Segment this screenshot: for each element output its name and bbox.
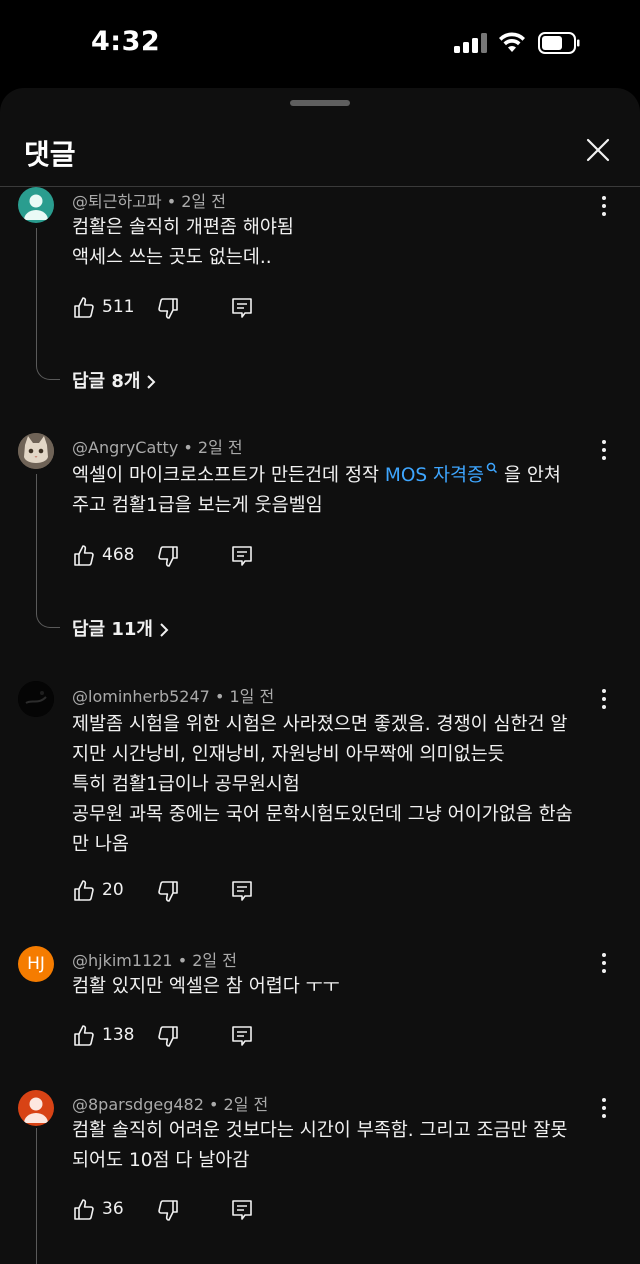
close-icon[interactable] xyxy=(580,132,616,168)
dislike-icon[interactable] xyxy=(156,544,180,568)
like-count: 138 xyxy=(102,1025,135,1045)
like-icon[interactable] xyxy=(72,1198,96,1222)
view-replies-button[interactable]: 답글 11개 xyxy=(72,615,169,641)
comments-sheet: 댓글 @퇴근하고파 • 2일 전 컴활은 솔직히 개편좀 해야됨 액세스 쓰는 … xyxy=(0,88,640,1264)
cellular-signal-icon xyxy=(454,33,488,53)
comment-meta: @hjkim1121 • 2일 전 xyxy=(72,951,237,970)
avatar[interactable] xyxy=(18,187,54,223)
comment-actions: 511 xyxy=(72,296,272,324)
comment-text: 컴활은 솔직히 개편좀 해야됨 액세스 쓰는 곳도 없는데.. xyxy=(72,217,294,268)
comment-age: 1일 전 xyxy=(229,687,275,706)
more-options-icon[interactable] xyxy=(594,436,614,464)
avatar[interactable] xyxy=(18,681,54,717)
default-avatar-icon xyxy=(24,1097,48,1123)
view-replies-button[interactable]: 답글 8개 xyxy=(72,367,156,393)
comment-author[interactable]: @AngryCatty xyxy=(72,438,178,457)
more-options-icon[interactable] xyxy=(594,685,614,713)
status-bar: 4:32 xyxy=(0,0,640,88)
comment-author[interactable]: @퇴근하고파 xyxy=(72,192,162,211)
sheet-title: 댓글 xyxy=(24,138,76,171)
drag-handle[interactable] xyxy=(290,100,350,106)
thread-line xyxy=(36,1128,37,1264)
like-count: 20 xyxy=(102,880,124,900)
comment-actions: 468 xyxy=(72,544,272,572)
avatar-initials: HJ xyxy=(27,954,45,974)
header-divider xyxy=(0,186,640,187)
like-icon[interactable] xyxy=(72,879,96,903)
like-count: 36 xyxy=(102,1199,124,1219)
like-icon[interactable] xyxy=(72,1024,96,1048)
reply-icon[interactable] xyxy=(230,296,254,320)
comment-age: 2일 전 xyxy=(192,951,237,970)
comment-author[interactable]: @8parsdgeg482 xyxy=(72,1095,204,1114)
wifi-icon xyxy=(499,32,525,52)
search-link[interactable]: MOS 자격증 xyxy=(385,462,498,486)
thread-line xyxy=(36,474,60,628)
dislike-icon[interactable] xyxy=(156,879,180,903)
avatar[interactable] xyxy=(18,1090,54,1126)
comment-age: 2일 전 xyxy=(181,192,226,211)
comment-meta: @8parsdgeg482 • 2일 전 xyxy=(72,1095,269,1114)
avatar[interactable]: HJ xyxy=(18,946,54,982)
battery-icon xyxy=(538,32,580,54)
reply-icon[interactable] xyxy=(230,879,254,903)
reply-icon[interactable] xyxy=(230,1024,254,1048)
dark-photo-avatar xyxy=(18,681,54,717)
reply-icon[interactable] xyxy=(230,1198,254,1222)
comment-meta: @퇴근하고파 • 2일 전 xyxy=(72,192,226,211)
dislike-icon[interactable] xyxy=(156,1198,180,1222)
comment-actions: 20 xyxy=(72,879,272,907)
status-time: 4:32 xyxy=(91,26,161,57)
search-icon xyxy=(486,462,498,473)
like-icon[interactable] xyxy=(72,296,96,320)
comment-meta: @lominherb5247 • 1일 전 xyxy=(72,687,275,706)
comment-text: 컴활 있지만 엑셀은 참 어렵다 ㅜㅜ xyxy=(72,976,340,997)
like-icon[interactable] xyxy=(72,544,96,568)
comment-text: 컴활 솔직히 어려운 것보다는 시간이 부족함. 그리고 조금만 잘못 되어도 … xyxy=(72,1120,568,1171)
comment-text: 제발좀 시험을 위한 시험은 사라졌으면 좋겠음. 경쟁이 심한건 알 지만 시… xyxy=(72,714,573,855)
like-count: 511 xyxy=(102,297,135,317)
default-avatar-icon xyxy=(24,194,48,220)
thread-line xyxy=(36,228,60,380)
comment-actions: 36 xyxy=(72,1198,272,1226)
dislike-icon[interactable] xyxy=(156,1024,180,1048)
comment-author[interactable]: @lominherb5247 xyxy=(72,687,210,706)
comment-meta: @AngryCatty • 2일 전 xyxy=(72,438,243,457)
comment-text: 엑셀이 마이크로소프트가 만든건데 정작 MOS 자격증 을 안쳐 주고 컴활1… xyxy=(72,461,602,521)
comment-age: 2일 전 xyxy=(197,438,243,457)
comment-age: 2일 전 xyxy=(223,1095,269,1114)
chevron-right-icon xyxy=(147,375,156,389)
comment-author[interactable]: @hjkim1121 xyxy=(72,951,173,970)
reply-icon[interactable] xyxy=(230,544,254,568)
dislike-icon[interactable] xyxy=(156,296,180,320)
comment-actions: 138 xyxy=(72,1024,272,1052)
avatar[interactable] xyxy=(18,433,54,469)
chevron-right-icon xyxy=(160,623,169,637)
like-count: 468 xyxy=(102,545,135,565)
cat-photo-avatar xyxy=(18,433,54,469)
